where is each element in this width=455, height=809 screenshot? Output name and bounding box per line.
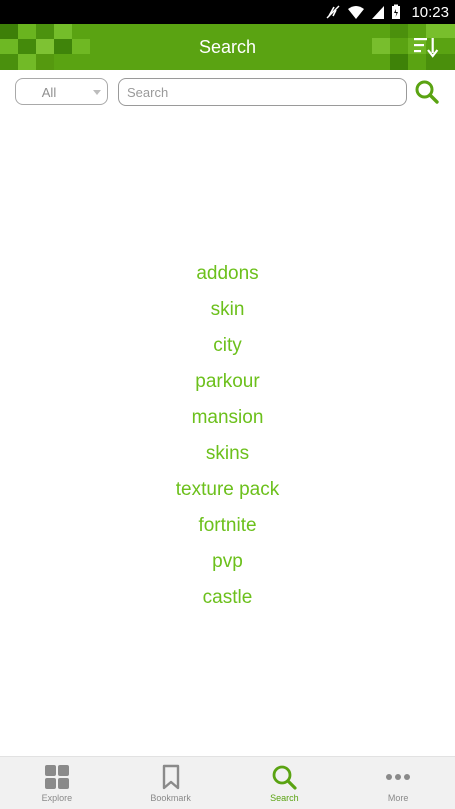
nav-label: More — [387, 793, 409, 803]
battery-icon — [392, 4, 401, 19]
nav-label: Explore — [41, 793, 73, 803]
suggestion-item[interactable]: castle — [0, 580, 455, 616]
search-icon — [415, 80, 439, 104]
suggestion-item[interactable]: city — [0, 328, 455, 364]
app-bar: Search — [0, 24, 455, 70]
nav-item-explore[interactable]: Explore — [0, 757, 114, 809]
search-input[interactable] — [118, 78, 407, 106]
sort-button[interactable] — [413, 35, 439, 59]
grid-icon — [44, 765, 69, 789]
nav-item-search[interactable]: Search — [228, 757, 342, 809]
nav-label: Bookmark — [150, 793, 191, 803]
page-title: Search — [198, 37, 257, 57]
nav-item-bookmark[interactable]: Bookmark — [114, 757, 228, 809]
mute-icon — [326, 5, 340, 19]
status-icons: 10:23 — [325, 0, 449, 24]
category-filter-select[interactable]: All — [15, 78, 108, 105]
search-icon — [272, 765, 297, 790]
suggestion-item[interactable]: fortnite — [0, 508, 455, 544]
nav-item-more[interactable]: More — [341, 757, 455, 809]
search-bar: All — [0, 70, 455, 120]
suggestion-item[interactable]: skin — [0, 292, 455, 328]
filter-value: All — [41, 85, 57, 100]
nav-label: Search — [270, 793, 299, 803]
status-bar: 10:23 — [0, 0, 455, 24]
suggestion-item[interactable]: skins — [0, 436, 455, 472]
signal-icon — [372, 6, 385, 19]
bookmark-icon — [162, 764, 179, 790]
status-time: 10:23 — [411, 3, 449, 21]
search-suggestions-list: addons skin city parkour mansion skins t… — [0, 256, 455, 616]
search-submit-button[interactable] — [414, 79, 440, 105]
more-dots-icon — [386, 774, 411, 780]
suggestion-item[interactable]: texture pack — [0, 472, 455, 508]
sort-descending-icon — [414, 38, 439, 58]
bottom-navigation: Explore Bookmark Search More — [0, 756, 455, 809]
suggestion-item[interactable]: parkour — [0, 364, 455, 400]
suggestion-item[interactable]: addons — [0, 256, 455, 292]
wifi-icon — [348, 6, 365, 19]
dropdown-caret-icon — [93, 90, 101, 95]
suggestion-item[interactable]: mansion — [0, 400, 455, 436]
suggestion-item[interactable]: pvp — [0, 544, 455, 580]
